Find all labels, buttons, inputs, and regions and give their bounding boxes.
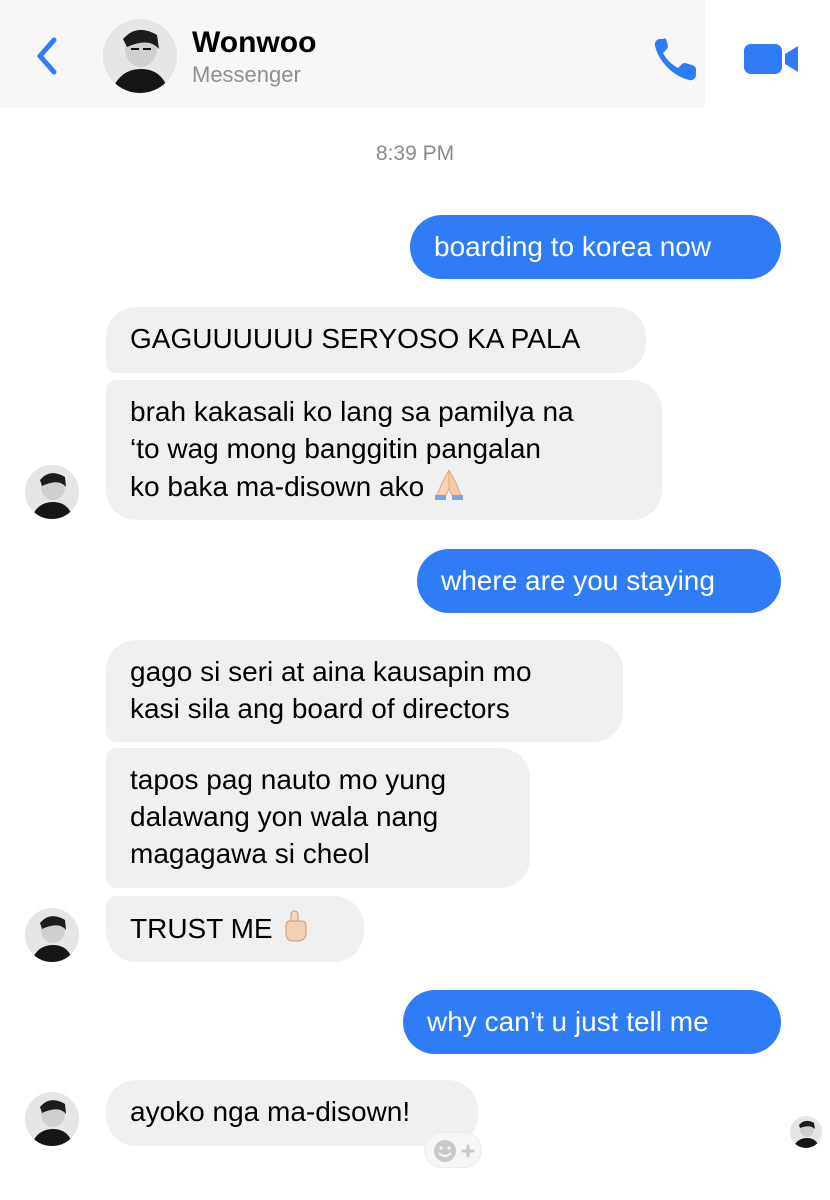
message-text: GAGUUUUUU SERYOSO KA PALA: [130, 323, 581, 354]
avatar-photo: [790, 1116, 822, 1148]
outgoing-message[interactable]: why can’t u just tell me: [403, 990, 781, 1054]
voice-call-button[interactable]: [650, 33, 702, 85]
back-chevron-icon: [37, 37, 57, 75]
avatar-photo: [25, 465, 79, 519]
incoming-message[interactable]: TRUST ME: [106, 896, 364, 962]
message-line: ko baka ma-disown ako: [130, 470, 425, 502]
message-line: magagawa si cheol: [130, 838, 370, 869]
message-text: TRUST ME: [130, 912, 273, 944]
sender-avatar[interactable]: [25, 908, 79, 962]
contact-subtitle: Messenger: [192, 62, 301, 87]
message-text: boarding to korea now: [434, 231, 712, 262]
message-line: kasi sila ang board of directors: [130, 693, 510, 724]
video-call-button[interactable]: [742, 40, 802, 78]
sender-avatar[interactable]: [25, 465, 79, 519]
phone-icon: [654, 38, 696, 81]
incoming-message[interactable]: brah kakasali ko lang sa pamilya na ‘to …: [106, 380, 662, 520]
video-camera-icon: [744, 44, 798, 74]
sender-avatar[interactable]: [25, 1092, 79, 1146]
conversation-header: Wonwoo Messenger: [0, 0, 830, 108]
folded-hands-emoji: [432, 467, 466, 510]
message-text: where are you staying: [441, 565, 715, 596]
add-reaction-button[interactable]: [424, 1132, 482, 1168]
message-line: tapos pag nauto mo yung: [130, 764, 447, 795]
incoming-message[interactable]: tapos pag nauto mo yung dalawang yon wal…: [106, 748, 530, 888]
incoming-message[interactable]: GAGUUUUUU SERYOSO KA PALA: [106, 307, 646, 373]
read-receipt-avatar: [790, 1116, 822, 1148]
incoming-message[interactable]: gago si seri at aina kausapin mo kasi si…: [106, 640, 623, 742]
avatar-photo: [103, 19, 177, 93]
contact-name[interactable]: Wonwoo: [192, 26, 316, 60]
avatar-photo: [25, 1092, 79, 1146]
message-line: brah kakasali ko lang sa pamilya na: [130, 396, 574, 427]
incoming-message[interactable]: ayoko nga ma-disown!: [106, 1080, 478, 1146]
outgoing-message[interactable]: boarding to korea now: [410, 215, 781, 279]
index-pointing-up-emoji: [280, 909, 310, 952]
message-timestamp: 8:39 PM: [375, 142, 455, 165]
message-text: ayoko nga ma-disown!: [130, 1096, 411, 1127]
contact-avatar[interactable]: [103, 19, 177, 93]
smiley-plus-icon: [434, 1140, 475, 1162]
message-text: why can’t u just tell me: [427, 1006, 709, 1037]
message-line: ‘to wag mong banggitin pangalan: [130, 433, 541, 464]
outgoing-message[interactable]: where are you staying: [417, 549, 781, 613]
back-button[interactable]: [28, 34, 68, 78]
message-line: gago si seri at aina kausapin mo: [130, 656, 532, 687]
message-line-with-emoji: ko baka ma-disown ako: [130, 467, 638, 510]
message-line: dalawang yon wala nang: [130, 801, 439, 832]
avatar-photo: [25, 908, 79, 962]
